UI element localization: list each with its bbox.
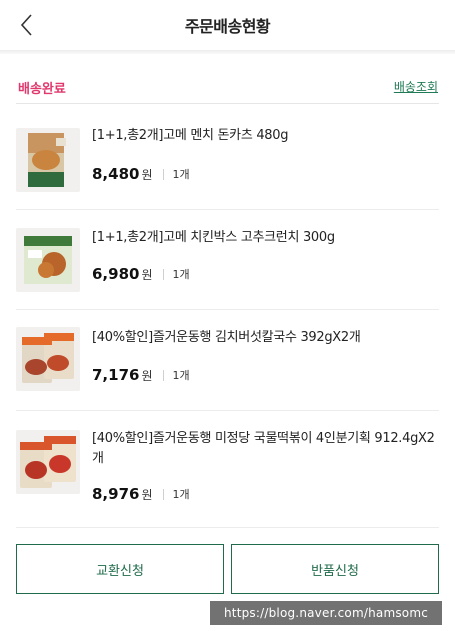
divider (162, 268, 164, 280)
currency-unit: 원 (141, 267, 153, 282)
product-name: [40%할인]즐거운동행 미정당 국물떡볶이 4인분기획 912.4gX2개 (92, 431, 435, 466)
product-price: 6,980 (92, 265, 140, 283)
product-image[interactable] (16, 128, 80, 192)
currency-unit: 원 (141, 368, 153, 383)
divider (162, 369, 164, 381)
currency-unit: 원 (141, 487, 153, 502)
item-divider (16, 527, 439, 528)
product-quantity: 1개 (172, 168, 190, 181)
product-name: [1+1,총2개]고메 멘치 돈카츠 480g (92, 128, 289, 143)
blog-watermark: https://blog.naver.com/hamsomc (210, 601, 442, 625)
price-row: 8,976 원 1개 (92, 483, 190, 505)
product-quantity: 1개 (172, 369, 190, 382)
back-button[interactable] (12, 10, 42, 40)
product-image[interactable] (16, 228, 80, 292)
divider (162, 488, 164, 500)
chevron-left-icon (20, 14, 32, 36)
delivery-status-header: 배송완료 배송조회 (0, 70, 455, 104)
product-quantity: 1개 (172, 488, 190, 501)
currency-unit: 원 (141, 167, 153, 182)
exchange-request-button[interactable]: 교환신청 (16, 544, 224, 594)
product-name: [1+1,총2개]고메 치킨박스 고추크런치 300g (92, 230, 335, 245)
order-item[interactable]: [40%할인]즐거운동행 김치버섯칼국수 392gX2개 7,176 원 1개 (16, 310, 439, 411)
price-row: 8,480 원 1개 (92, 163, 190, 185)
product-price: 8,480 (92, 165, 140, 183)
divider (162, 168, 164, 180)
order-item[interactable]: [1+1,총2개]고메 멘치 돈카츠 480g 8,480 원 1개 (16, 104, 439, 210)
product-image[interactable] (16, 430, 80, 494)
page-title: 주문배송현황 (184, 17, 271, 36)
product-image[interactable] (16, 327, 80, 391)
product-price: 7,176 (92, 366, 140, 384)
return-request-button[interactable]: 반품신청 (231, 544, 439, 594)
product-price: 8,976 (92, 485, 140, 503)
top-bar: 주문배송현황 (0, 0, 455, 50)
delivery-status-label: 배송완료 (18, 82, 66, 97)
order-item[interactable]: [1+1,총2개]고메 치킨박스 고추크런치 300g 6,980 원 1개 (16, 210, 439, 310)
price-row: 6,980 원 1개 (92, 263, 190, 285)
track-delivery-link[interactable]: 배송조회 (394, 78, 438, 95)
order-item[interactable]: [40%할인]즐거운동행 미정당 국물떡볶이 4인분기획 912.4gX2개 8… (16, 411, 439, 528)
price-row: 7,176 원 1개 (92, 364, 190, 386)
product-name: [40%할인]즐거운동행 김치버섯칼국수 392gX2개 (92, 330, 361, 345)
product-quantity: 1개 (172, 268, 190, 281)
header-divider (0, 50, 455, 54)
